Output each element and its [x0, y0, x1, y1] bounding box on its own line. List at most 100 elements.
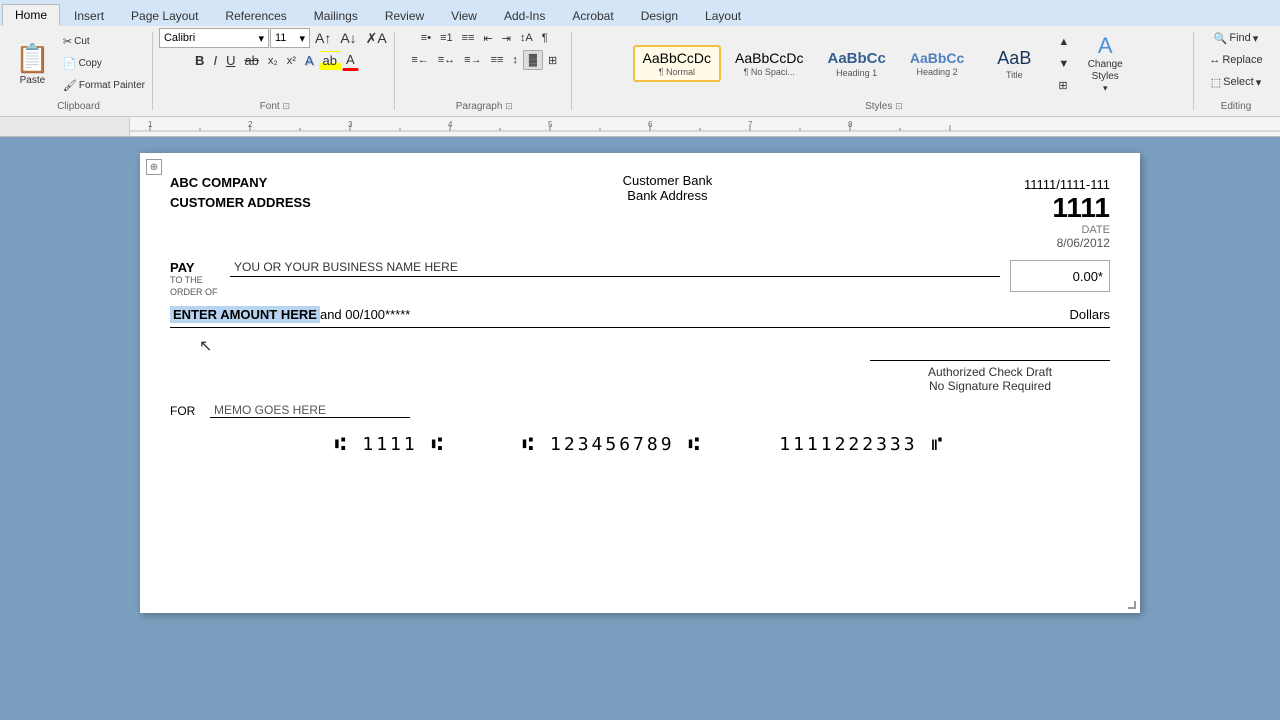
ruler-content: 1 2 3 4 5 6 7 8: [130, 117, 1280, 136]
style-normal-button[interactable]: AaBbCcDc ¶ Normal: [633, 45, 721, 82]
align-center-button[interactable]: ≡↔: [434, 50, 459, 70]
style-h2-name: Heading 2: [910, 67, 964, 77]
font-expand-icon[interactable]: ⊡: [282, 101, 290, 111]
editing-section: 🔍 Find ▾ ↔ Replace ⬚ Select ▾ Editing: [1196, 28, 1276, 114]
font-section: Calibri ▾ 11 ▾ A↑ A↓ ✗A B I U ab: [155, 28, 395, 114]
signature-block: Authorized Check Draft No Signature Requ…: [870, 360, 1110, 393]
tab-review[interactable]: Review: [372, 4, 437, 26]
bold-button[interactable]: B: [191, 51, 208, 71]
authorized-line1: Authorized Check Draft: [870, 365, 1110, 379]
styles-scroll-buttons: ▲ ▼ ⊞: [1054, 32, 1073, 96]
check-document: ⊕ ABC COMPANY CUSTOMER ADDRESS Customer …: [140, 153, 1140, 613]
paragraph-section: ≡• ≡1 ≡≡ ⇤ ⇥ ↕A ¶ ≡← ≡↔ ≡→ ≡≡ ↕ ▓ ⊞: [397, 28, 572, 114]
style-normal-preview: AaBbCcDc: [643, 50, 711, 66]
style-h2-preview: AaBbCc: [910, 50, 964, 66]
select-label: Select: [1223, 76, 1254, 88]
cursor-area: ↖: [170, 336, 1110, 350]
tab-insert[interactable]: Insert: [61, 4, 117, 26]
paste-button[interactable]: 📋 Paste: [8, 37, 57, 91]
justify-button[interactable]: ≡≡: [487, 50, 508, 70]
cut-button[interactable]: ✂ Cut: [59, 32, 149, 52]
style-heading1-button[interactable]: AaBbCc Heading 1: [817, 45, 895, 83]
font-color-button[interactable]: A: [342, 50, 359, 71]
increase-indent-button[interactable]: ⇥: [498, 28, 515, 48]
change-styles-button[interactable]: A ChangeStyles ▾: [1075, 28, 1135, 99]
find-button[interactable]: 🔍 Find ▾: [1210, 28, 1263, 48]
font-name-dropdown[interactable]: Calibri ▾: [159, 28, 269, 48]
align-right-button[interactable]: ≡→: [460, 50, 485, 70]
paragraph-content: ≡• ≡1 ≡≡ ⇤ ⇥ ↕A ¶ ≡← ≡↔ ≡→ ≡≡ ↕ ▓ ⊞: [407, 28, 561, 99]
format-painter-button[interactable]: 🖌 Format Painter: [59, 76, 149, 96]
styles-scroll-down[interactable]: ▼: [1054, 54, 1073, 74]
for-label: FOR: [170, 404, 200, 418]
numbering-button[interactable]: ≡1: [436, 28, 457, 48]
style-no-spacing-button[interactable]: AaBbCcDc ¶ No Spaci...: [725, 45, 813, 82]
decrease-indent-button[interactable]: ⇤: [479, 28, 496, 48]
tab-references[interactable]: References: [212, 4, 299, 26]
superscript-button[interactable]: x²: [283, 51, 300, 71]
tab-view[interactable]: View: [438, 4, 490, 26]
underline-button[interactable]: U: [222, 51, 239, 71]
micr-line: ⑆ 1111 ⑆ ⑆ 123456789 ⑆ 1111222333 ⑈: [170, 434, 1110, 455]
memo-line[interactable]: MEMO GOES HERE: [210, 403, 410, 418]
amount-box[interactable]: 0.00*: [1010, 260, 1110, 292]
resize-handle[interactable]: [1128, 601, 1136, 609]
tab-add-ins[interactable]: Add-Ins: [491, 4, 558, 26]
authorized-text: Authorized Check Draft No Signature Requ…: [870, 360, 1110, 393]
grow-font-button[interactable]: A↑: [311, 28, 335, 48]
clipboard-section: 📋 Paste ✂ Cut 📄 Copy 🖌 Format Painter Cl…: [4, 28, 153, 114]
paragraph-expand-icon[interactable]: ⊡: [505, 101, 513, 111]
font-label: Font ⊡: [260, 99, 290, 114]
sort-button[interactable]: ↕A: [516, 28, 537, 48]
styles-label: Styles ⊡: [865, 99, 903, 114]
dollars-label: Dollars: [1070, 307, 1110, 322]
style-h1-preview: AaBbCc: [827, 50, 885, 67]
date-value: 8/06/2012: [1024, 236, 1110, 250]
font-size-chevron: ▾: [299, 32, 305, 45]
tab-page-layout[interactable]: Page Layout: [118, 4, 211, 26]
shading-button[interactable]: ▓: [523, 50, 543, 70]
tab-acrobat[interactable]: Acrobat: [559, 4, 626, 26]
styles-more[interactable]: ⊞: [1054, 76, 1073, 96]
style-heading2-button[interactable]: AaBbCc Heading 2: [900, 45, 974, 82]
tab-layout[interactable]: Layout: [692, 4, 754, 26]
find-chevron: ▾: [1253, 32, 1259, 45]
style-title-button[interactable]: AaB Title: [978, 43, 1050, 85]
copy-button[interactable]: 📄 Copy: [59, 54, 149, 74]
toolbar: 📋 Paste ✂ Cut 📄 Copy 🖌 Format Painter Cl…: [0, 26, 1280, 117]
tab-mailings[interactable]: Mailings: [301, 4, 371, 26]
clear-format-button[interactable]: ✗A: [362, 28, 391, 48]
strikethrough-button[interactable]: ab: [240, 51, 262, 71]
bullets-button[interactable]: ≡•: [417, 28, 435, 48]
font-size-dropdown[interactable]: 11 ▾: [270, 28, 310, 48]
text-effect-button[interactable]: A: [301, 51, 318, 71]
highlight-button[interactable]: ab: [319, 51, 341, 71]
svg-text:6: 6: [648, 120, 653, 129]
tab-row: Home Insert Page Layout References Maili…: [0, 0, 1280, 26]
align-left-button[interactable]: ≡←: [407, 50, 432, 70]
line-spacing-button[interactable]: ↕: [508, 50, 522, 70]
borders-button[interactable]: ⊞: [544, 50, 561, 70]
select-chevron: ▾: [1256, 76, 1262, 89]
move-handle[interactable]: ⊕: [146, 159, 162, 175]
styles-scroll-up[interactable]: ▲: [1054, 32, 1073, 52]
company-name: ABC COMPANY: [170, 173, 311, 193]
pay-to-line[interactable]: YOU OR YOUR BUSINESS NAME HERE: [230, 260, 1000, 277]
show-hide-button[interactable]: ¶: [538, 28, 552, 48]
change-styles-chevron: ▾: [1103, 83, 1108, 94]
routing-number: 11111/1111-111: [1024, 177, 1110, 192]
shrink-font-button[interactable]: A↓: [336, 28, 360, 48]
multilevel-button[interactable]: ≡≡: [458, 28, 479, 48]
subscript-button[interactable]: x₂: [264, 51, 282, 71]
select-button[interactable]: ⬚ Select ▾: [1207, 72, 1266, 92]
styles-expand-icon[interactable]: ⊡: [895, 101, 903, 111]
replace-button[interactable]: ↔ Replace: [1205, 50, 1266, 70]
tab-home[interactable]: Home: [2, 4, 60, 26]
style-title-preview: AaB: [988, 48, 1040, 69]
micr-routing: ⑆ 1111 ⑆: [335, 434, 446, 455]
ruler: 1 2 3 4 5 6 7 8: [0, 117, 1280, 137]
find-label: Find: [1229, 32, 1250, 44]
italic-button[interactable]: I: [209, 51, 221, 71]
tab-design[interactable]: Design: [628, 4, 691, 26]
clipboard-small-buttons: ✂ Cut 📄 Copy 🖌 Format Painter: [59, 32, 149, 96]
